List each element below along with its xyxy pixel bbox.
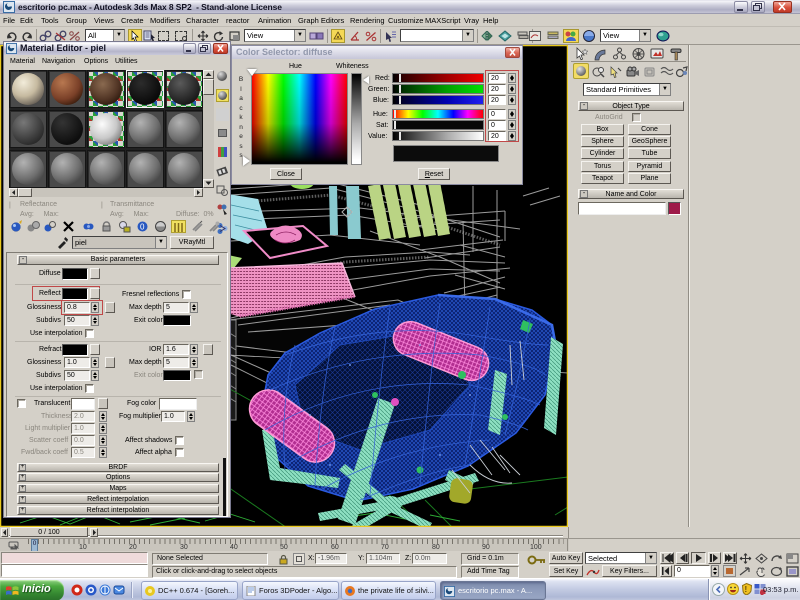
- svg-text:0: 0: [140, 223, 145, 232]
- svg-text:!: !: [745, 585, 748, 594]
